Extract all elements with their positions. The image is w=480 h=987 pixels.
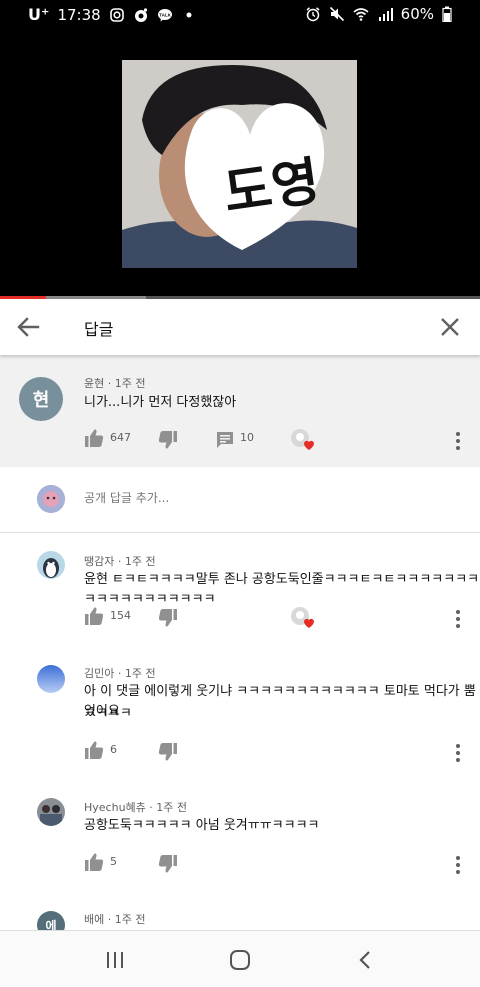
back-icon[interactable] [354, 948, 378, 972]
avatar [37, 485, 65, 513]
comment-text: 윤현 ㅌㅋㅌㅋㅋㅋㅋ말투 존나 공항도둑인줄ㅋㅋㅋㅌㅋㅌㅋㅋㅋㅋㅋㅋㅋㅋㅋㅋㅋㅋ… [84, 572, 480, 607]
thumbs-down-icon[interactable] [158, 430, 178, 450]
thumbs-up-icon[interactable] [84, 428, 104, 448]
avatar[interactable] [37, 798, 65, 826]
comment-meta: 땡감자 · 1주 전 [84, 555, 156, 568]
creator-heart-icon [291, 607, 314, 628]
clock: 17:38 [57, 5, 101, 24]
carrier-label: U⁺ [28, 5, 50, 24]
more-vert-icon[interactable] [454, 743, 462, 763]
close-icon[interactable] [436, 313, 464, 341]
replies-header: 답글 [0, 299, 480, 355]
thumbs-up-icon[interactable] [84, 606, 104, 626]
like-count: 647 [110, 431, 131, 444]
system-nav-bar [0, 930, 480, 987]
comment-time: 1주 전 [124, 667, 156, 680]
thumbs-down-icon[interactable] [158, 854, 178, 874]
kakaotalk-icon: TALK [157, 8, 172, 21]
comment-text: 니가...니가 먼저 다정했잖아 [84, 395, 237, 410]
comment-meta: 김민아 · 1주 전 [84, 667, 156, 680]
battery-percent: 60% [400, 5, 434, 23]
video-frame-image: 도영 [122, 60, 357, 268]
more-vert-icon[interactable] [454, 431, 462, 451]
comment-time: 1주 전 [156, 801, 188, 814]
comment-actions: 154 [84, 606, 464, 630]
reply-item: 김민아 · 1주 전 아 이 댓글 에이렇게 웃기냐 ㅋㅋㅋㅋㅋㅋㅋㅋㅋㅋㅋㅋ … [0, 643, 480, 783]
avatar[interactable] [37, 551, 65, 579]
camera-app-icon [134, 7, 147, 22]
comment-author[interactable]: 윤현 [84, 377, 104, 390]
comment-text: 공항도둑ㅋㅋㅋㅋㅋ 아넘 웃겨ㅠㅠㅋㅋㅋㅋ [84, 818, 320, 833]
comment-author[interactable]: 김민아 [84, 667, 114, 680]
status-bar: U⁺ 17:38 TALK 60% [0, 0, 480, 30]
avatar[interactable] [37, 665, 65, 693]
notification-dot-icon [186, 12, 192, 17]
comment-meta: 윤현 · 1주 전 [84, 377, 146, 390]
avatar[interactable]: 현 [19, 377, 63, 421]
more-vert-icon[interactable] [454, 609, 462, 629]
sky-avatar-image [37, 665, 65, 693]
reply-count: 10 [240, 431, 254, 444]
like-count: 5 [110, 855, 117, 868]
mute-icon [329, 6, 344, 22]
more-vert-icon[interactable] [454, 855, 462, 875]
comment-actions: 647 10 [84, 428, 464, 452]
comment-meta: Hyechu혜츄 · 1주 전 [84, 801, 188, 814]
like-count: 6 [110, 743, 117, 756]
thumbs-up-icon[interactable] [84, 740, 104, 760]
creator-heart-icon [291, 429, 314, 450]
comment-time: 1주 전 [114, 913, 146, 926]
add-reply-input[interactable] [84, 491, 384, 505]
home-icon[interactable] [228, 948, 252, 972]
reply-item: Hyechu혜츄 · 1주 전 공항도둑ㅋㅋㅋㅋㅋ 아넘 웃겨ㅠㅠㅋㅋㅋㅋ 5 [0, 783, 480, 899]
comment-meta: 배에 · 1주 전 [84, 913, 146, 926]
video-player[interactable]: 도영 [0, 30, 480, 296]
comment-author[interactable]: Hyechu혜츄 [84, 801, 146, 814]
comment-time: 1주 전 [124, 555, 156, 568]
reply-item: 땡감자 · 1주 전 윤현 ㅌㅋㅌㅋㅋㅋㅋ말투 존나 공항도둑인줄ㅋㅋㅋㅌㅋㅌㅋ… [0, 533, 480, 643]
add-reply-row [0, 467, 480, 533]
thumbs-down-icon[interactable] [158, 608, 178, 628]
video-thumbnail: 도영 [122, 60, 357, 268]
avatar[interactable]: 에 [37, 911, 65, 930]
back-arrow-icon[interactable] [14, 313, 42, 341]
like-count: 154 [110, 609, 131, 622]
parent-comment: 현 윤현 · 1주 전 니가...니가 먼저 다정했잖아 647 10 [0, 355, 480, 467]
group-photo-avatar-image [37, 798, 65, 826]
comment-actions: 5 [84, 852, 464, 876]
thumbs-up-icon[interactable] [84, 852, 104, 872]
comment-author[interactable]: 배에 [84, 913, 104, 926]
penguin-avatar-image [37, 551, 65, 579]
instagram-icon [109, 7, 124, 22]
recent-apps-icon[interactable] [103, 949, 127, 971]
comment-author[interactable]: 땡감자 [84, 555, 114, 568]
signal-icon [378, 8, 393, 21]
wifi-icon [353, 8, 369, 21]
battery-icon [442, 6, 452, 22]
alarm-icon [306, 7, 320, 22]
reply-comment-icon[interactable] [215, 430, 235, 450]
comment-text-continued: ㅋㅋㅋㅋ [84, 706, 132, 721]
thumbs-down-icon[interactable] [158, 742, 178, 762]
comment-text: 아 이 댓글 에이렇게 웃기냐 ㅋㅋㅋㅋㅋㅋㅋㅋㅋㅋㅋㅋ 토마토 먹다가 뿜었어… [84, 684, 476, 719]
comment-actions: 6 [84, 740, 464, 764]
page-title: 답글 [84, 320, 114, 339]
svg-text:TALK: TALK [159, 12, 171, 17]
user-avatar-image [37, 485, 65, 513]
reply-item: 에 배에 · 1주 전 [0, 899, 480, 930]
comment-time: 1주 전 [114, 377, 146, 390]
